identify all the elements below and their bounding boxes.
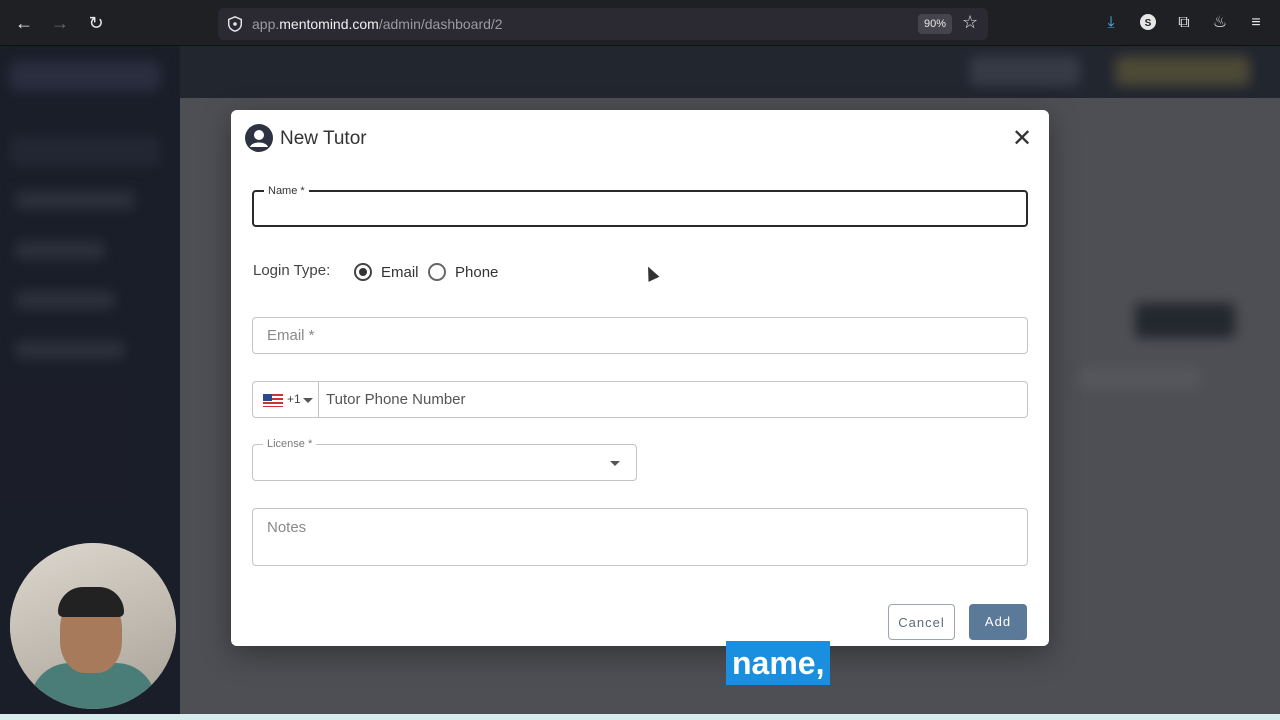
radio-email[interactable] <box>354 263 372 281</box>
email-field[interactable]: Email * <box>252 317 1028 354</box>
flame-icon[interactable]: ♨ <box>1210 13 1230 33</box>
country-code[interactable]: +1 <box>287 392 301 406</box>
browser-toolbar: ← → ↻ app.mentomind.com/admin/dashboard/… <box>0 0 1280 46</box>
close-icon[interactable]: ✕ <box>1011 127 1033 151</box>
phone-field[interactable]: +1 Tutor Phone Number <box>252 381 1028 418</box>
country-chevron-down-icon[interactable] <box>303 398 313 403</box>
webcam-overlay <box>10 543 176 709</box>
address-bar[interactable]: app.mentomind.com/admin/dashboard/2 90% … <box>218 8 988 40</box>
cancel-button[interactable]: Cancel <box>888 604 955 640</box>
dialog-header: New Tutor ✕ <box>231 110 1049 166</box>
notes-placeholder: Notes <box>267 519 307 536</box>
url-text: app.mentomind.com/admin/dashboard/2 <box>252 16 503 32</box>
email-placeholder: Email * <box>267 327 315 344</box>
zoom-badge[interactable]: 90% <box>918 14 953 34</box>
back-icon[interactable]: ← <box>13 12 35 34</box>
new-tutor-dialog: New Tutor ✕ Name * Login Type: Email Pho… <box>231 110 1049 646</box>
reload-icon[interactable]: ↻ <box>85 12 107 34</box>
bottom-strip <box>0 714 1280 720</box>
us-flag-icon[interactable] <box>263 394 283 407</box>
license-select[interactable]: License * <box>252 437 637 481</box>
shield-icon <box>227 16 243 32</box>
name-field-label: Name * <box>264 184 309 198</box>
download-icon[interactable]: ⤓ <box>1101 13 1121 33</box>
radio-phone[interactable] <box>428 263 446 281</box>
license-label: License * <box>263 437 317 451</box>
bookmark-star-icon[interactable]: ☆ <box>962 12 978 33</box>
radio-phone-label[interactable]: Phone <box>455 264 498 281</box>
notes-field[interactable]: Notes <box>252 508 1028 566</box>
phone-placeholder: Tutor Phone Number <box>326 391 466 408</box>
login-type-label: Login Type: <box>253 262 331 279</box>
menu-icon[interactable]: ≡ <box>1246 13 1266 33</box>
dialog-title: New Tutor <box>280 128 367 149</box>
phone-divider <box>318 382 319 417</box>
svg-text:S: S <box>1145 18 1152 29</box>
license-chevron-down-icon[interactable] <box>610 461 620 466</box>
user-icon <box>245 124 273 152</box>
video-caption: name, <box>726 641 831 685</box>
name-field[interactable]: Name * <box>252 184 1028 227</box>
extensions-icon[interactable]: ⧉ <box>1174 13 1194 33</box>
add-button[interactable]: Add <box>969 604 1027 640</box>
radio-email-label[interactable]: Email <box>381 264 419 281</box>
account-icon[interactable]: S <box>1138 13 1158 33</box>
forward-icon[interactable]: → <box>49 12 71 34</box>
